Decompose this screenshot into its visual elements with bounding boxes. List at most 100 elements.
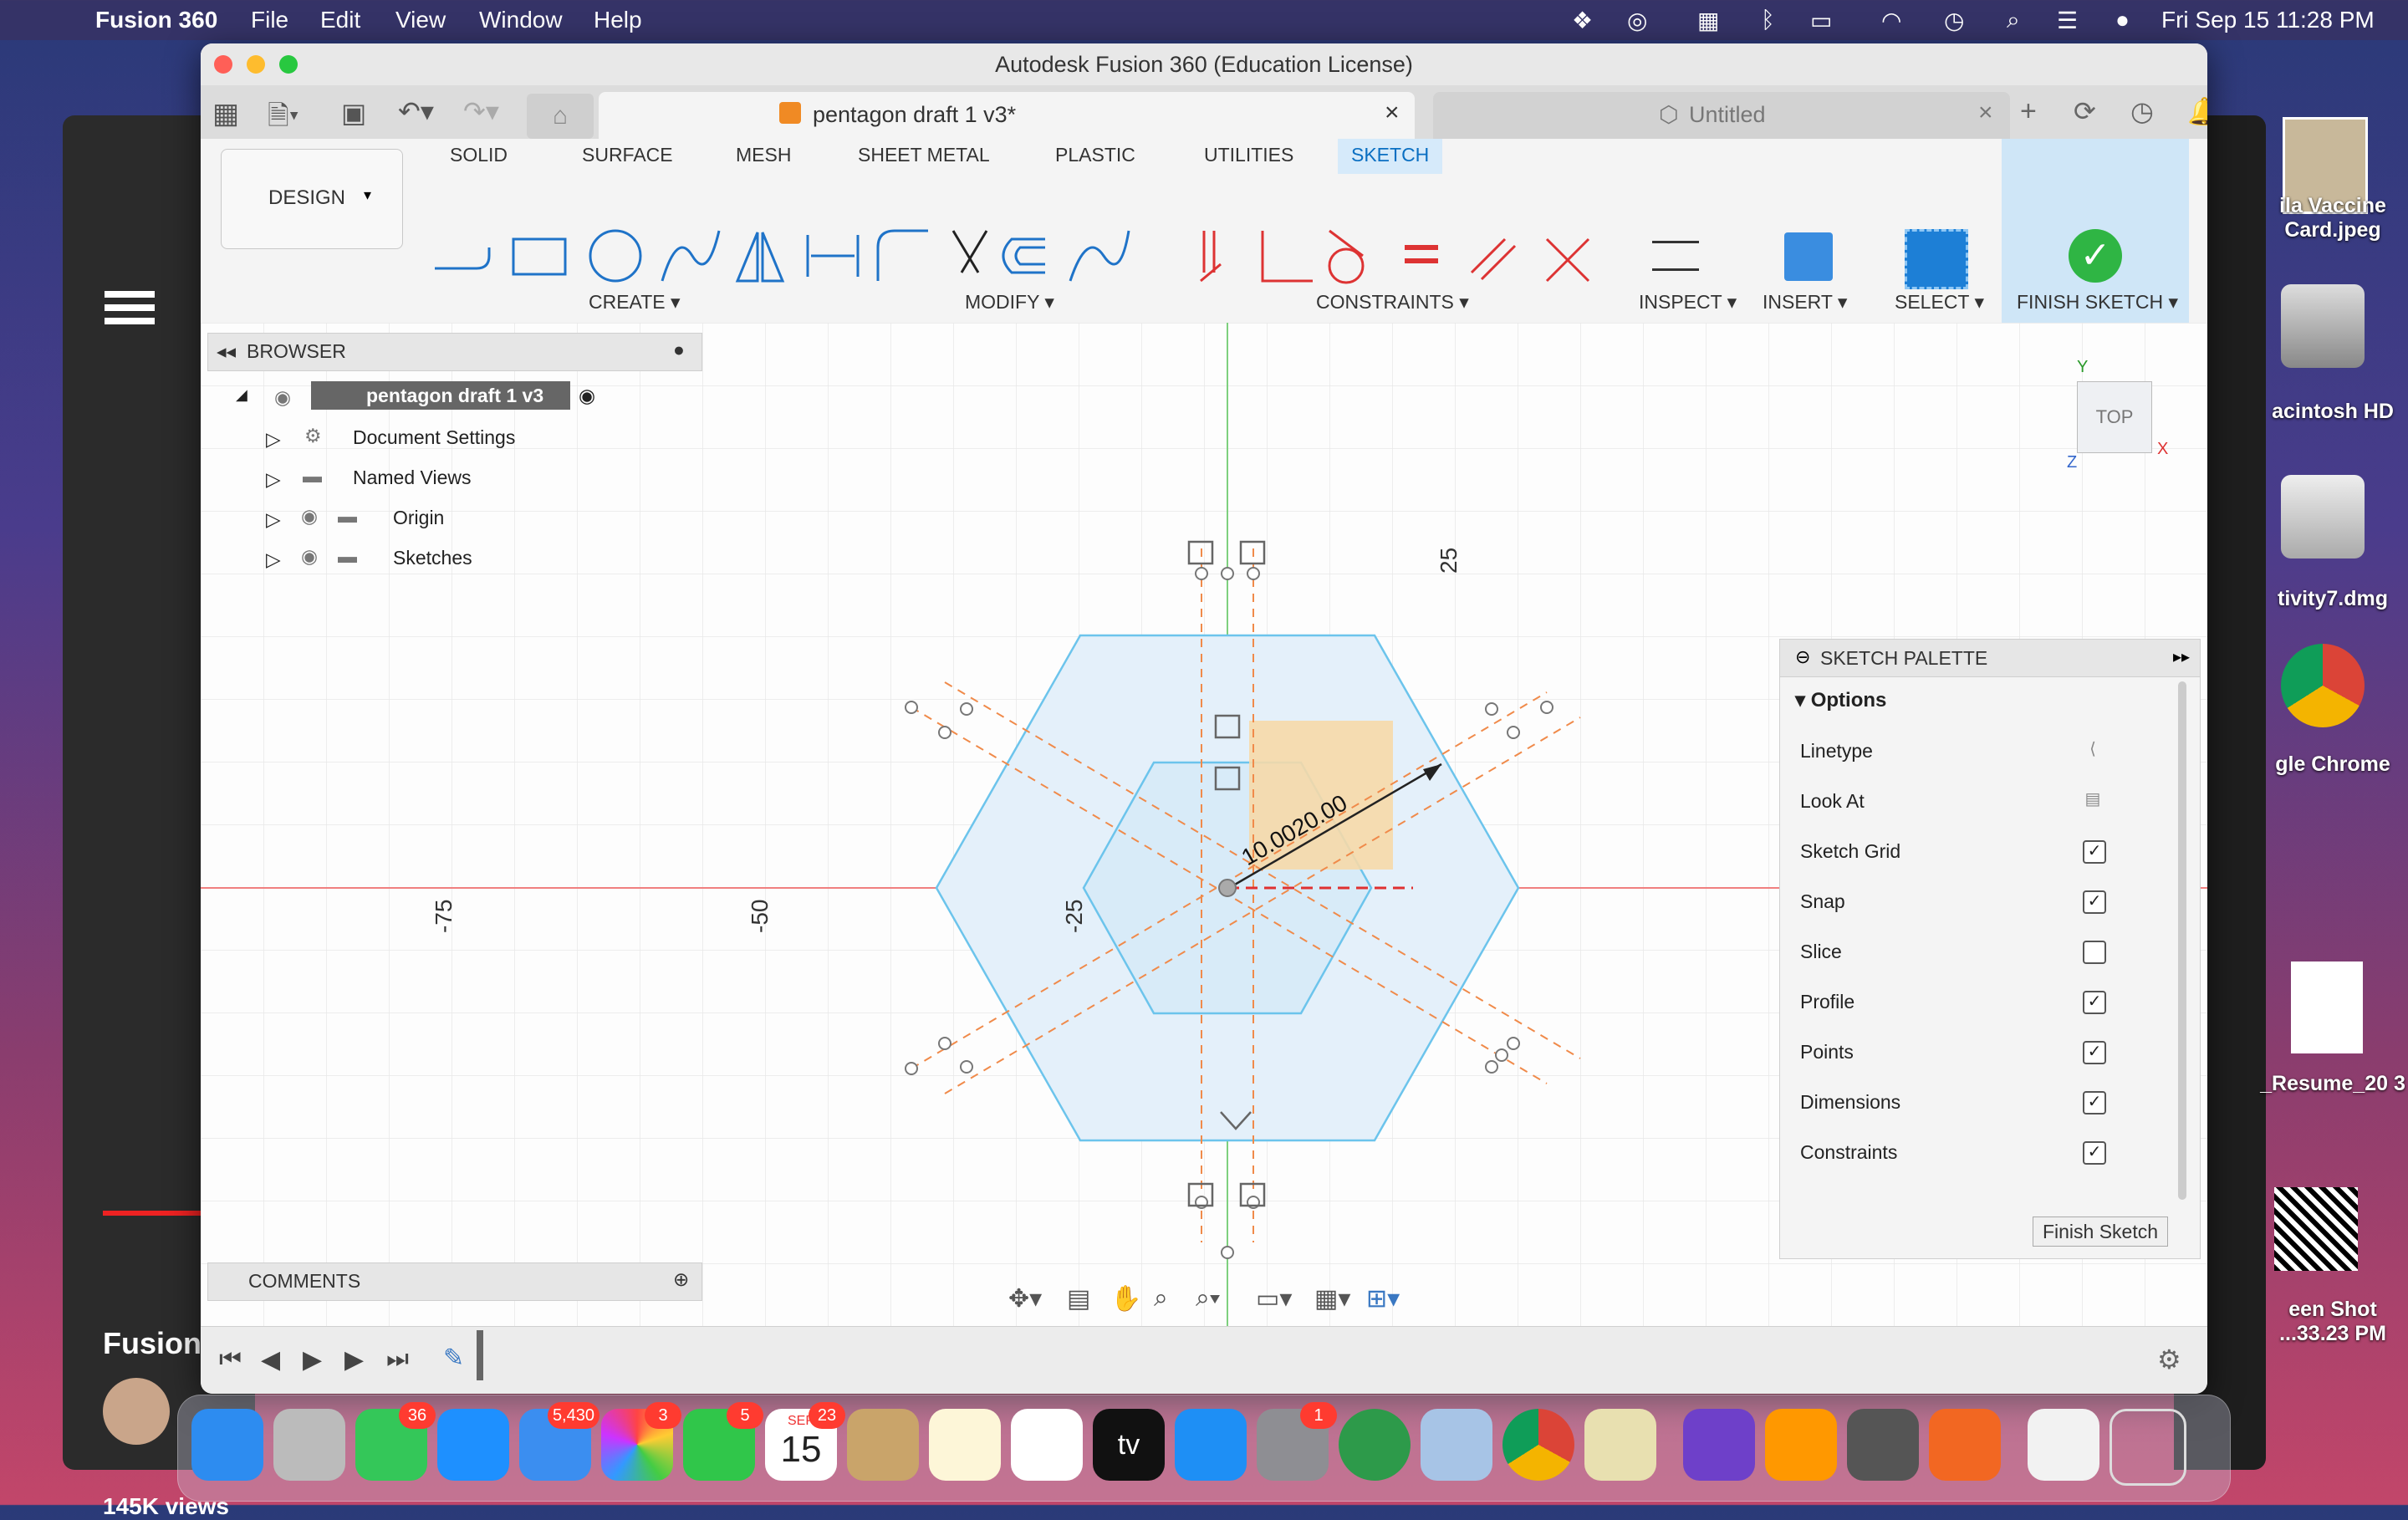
browser-item-origin[interactable]: ▷ ◉ ▬ Origin — [207, 500, 701, 540]
undo-icon[interactable]: ↶▾ — [398, 95, 434, 127]
finish-sketch-panel[interactable]: ✓ FINISH SKETCH ▾ — [2002, 139, 2189, 323]
circle-tool-icon[interactable] — [589, 229, 642, 283]
look-at-icon[interactable]: ▤ — [2083, 790, 2103, 810]
collinear-icon[interactable] — [1545, 237, 1590, 283]
creative-cloud-icon[interactable]: ◎ — [1627, 7, 1647, 34]
gear-icon[interactable]: ⚙ — [2157, 1344, 2181, 1375]
constraints-menu[interactable]: CONSTRAINTS ▾ — [1316, 291, 1469, 314]
menu-app-name[interactable]: Fusion 360 — [95, 7, 217, 33]
perpendicular-icon[interactable] — [1261, 231, 1313, 283]
document-stack-icon[interactable] — [2028, 1409, 2099, 1481]
menu-clock[interactable]: Fri Sep 15 11:28 PM — [2161, 7, 2375, 33]
photos-icon[interactable]: 3 — [601, 1402, 681, 1481]
save-icon[interactable]: ▣ — [341, 97, 366, 129]
palette-row[interactable]: Snap ✓ — [1800, 890, 2168, 924]
palette-row[interactable]: Sketch Grid ✓ — [1800, 840, 2168, 874]
sublime-icon[interactable] — [1765, 1409, 1837, 1481]
palette-row[interactable]: Look At ▤ — [1800, 790, 2168, 824]
notifications-icon[interactable]: 🔔 — [2187, 95, 2207, 127]
wifi-icon[interactable]: ◠ — [1881, 7, 1901, 34]
calendar-icon[interactable]: SEP 15 23 — [765, 1402, 845, 1481]
step-back-icon[interactable]: ◀ — [261, 1345, 280, 1375]
tab-mesh[interactable]: MESH — [736, 144, 791, 166]
equal-icon[interactable] — [1405, 245, 1438, 263]
insert-image-icon[interactable] — [1784, 232, 1833, 281]
hamburger-icon[interactable] — [105, 291, 155, 298]
expand-arrow-icon[interactable]: ▷ — [266, 468, 281, 491]
pdf-icon[interactable] — [2291, 961, 2363, 1053]
finish-sketch-button[interactable]: Finish Sketch — [2033, 1217, 2168, 1247]
workspace-switcher[interactable]: DESIGN ▾ — [221, 149, 403, 249]
chrome-icon[interactable] — [2281, 644, 2365, 727]
options-section[interactable]: ▾ Options — [1795, 688, 1886, 712]
checkbox[interactable]: ✓ — [2083, 1091, 2106, 1114]
bank-app-icon[interactable] — [1339, 1409, 1411, 1481]
collapse-icon[interactable]: ◂◂ — [217, 340, 236, 363]
look-at-icon[interactable]: ▤ — [1067, 1284, 1090, 1313]
palette-row[interactable]: Profile ✓ — [1800, 991, 2168, 1024]
select-icon[interactable] — [1905, 229, 1968, 289]
battery-icon[interactable]: ▭ — [1810, 7, 1832, 34]
mirror-tool-icon[interactable] — [735, 232, 785, 283]
dimension-tool-icon[interactable] — [806, 235, 860, 277]
checkbox[interactable]: ✓ — [2083, 840, 2106, 864]
tab-untitled[interactable]: ⬡ Untitled × — [1433, 92, 2010, 139]
expand-icon[interactable]: ▸▸ — [2173, 646, 2190, 667]
step-forward-icon[interactable]: ▶ — [344, 1345, 364, 1375]
facetime-icon[interactable]: 5 — [683, 1402, 763, 1481]
finder-icon[interactable] — [191, 1409, 263, 1481]
control-center-icon[interactable]: ☰ — [2057, 7, 2078, 34]
app-grid-icon[interactable]: ▦ — [212, 97, 239, 130]
qr-screenshot-icon[interactable] — [2274, 1187, 2358, 1271]
add-comment-icon[interactable]: ⊕ — [673, 1268, 689, 1291]
display-settings-icon[interactable]: ▭▾ — [1256, 1284, 1292, 1313]
checkbox[interactable] — [2083, 941, 2106, 964]
menu-window[interactable]: Window — [479, 7, 563, 33]
launchpad-icon[interactable] — [273, 1409, 345, 1481]
browser-header[interactable]: ◂◂ BROWSER ● — [207, 333, 702, 371]
apple-tv-icon[interactable]: tv — [1093, 1409, 1165, 1481]
tab-surface[interactable]: SURFACE — [582, 144, 673, 166]
browser-item-sketches[interactable]: ▷ ◉ ▬ Sketches — [207, 540, 701, 580]
skip-start-icon[interactable]: ⏮ — [219, 1345, 242, 1374]
palette-scrollbar[interactable] — [2178, 681, 2186, 1200]
app-store-icon[interactable] — [1175, 1409, 1247, 1481]
menu-help[interactable]: Help — [594, 7, 642, 33]
file-menu-icon[interactable]: 🗎▾ — [268, 97, 299, 142]
create-menu[interactable]: CREATE ▾ — [589, 291, 681, 314]
desktop-icon-chrome[interactable]: gle Chrome — [2258, 752, 2408, 777]
notes-icon[interactable] — [929, 1409, 1001, 1481]
coincident-icon[interactable] — [1200, 231, 1222, 283]
checkbox[interactable]: ✓ — [2083, 1141, 2106, 1165]
tab-plastic[interactable]: PLASTIC — [1055, 144, 1135, 166]
stickies-icon[interactable] — [1584, 1409, 1656, 1481]
visibility-icon[interactable]: ◉ — [274, 386, 291, 409]
expand-arrow-icon[interactable]: ▷ — [266, 428, 281, 451]
mail-icon[interactable]: 5,430 — [519, 1402, 599, 1481]
skip-end-icon[interactable]: ⏭ — [386, 1345, 409, 1374]
flag-icon[interactable]: ▦ — [1697, 7, 1719, 34]
bluetooth-icon[interactable]: ᛒ — [1761, 7, 1775, 33]
measure-icon[interactable] — [1652, 241, 1699, 271]
sketch-feature-icon[interactable]: ✎ — [443, 1344, 464, 1373]
parallel-icon[interactable] — [1470, 237, 1517, 281]
line-tool-icon[interactable] — [435, 247, 491, 270]
tab-pentagon-draft[interactable]: pentagon draft 1 v3* × — [599, 92, 1415, 139]
tab-solid[interactable]: SOLID — [450, 144, 508, 166]
fit-icon[interactable]: ⌕▾ — [1196, 1284, 1220, 1313]
checkbox[interactable]: ✓ — [2083, 890, 2106, 914]
play-icon[interactable]: ▶ — [303, 1345, 322, 1375]
checkbox[interactable]: ✓ — [2083, 991, 2106, 1014]
job-status-icon[interactable]: ◷ — [2130, 95, 2154, 127]
zoom-icon[interactable]: ⌕ — [1154, 1284, 1168, 1313]
keychain-icon[interactable] — [1847, 1409, 1919, 1481]
safari-icon[interactable] — [437, 1409, 509, 1481]
checkbox[interactable]: ✓ — [2083, 1041, 2106, 1064]
browser-item-named-views[interactable]: ▷ ▬ Named Views — [207, 460, 701, 500]
viewcube[interactable]: TOP — [2077, 381, 2152, 453]
new-tab-icon[interactable]: + — [2020, 95, 2037, 128]
select-menu[interactable]: SELECT ▾ — [1895, 291, 1984, 314]
viewports-icon[interactable]: ⊞▾ — [1366, 1284, 1400, 1313]
close-tab-icon[interactable]: × — [1385, 99, 1400, 127]
tab-sheet-metal[interactable]: SHEET METAL — [858, 144, 990, 166]
